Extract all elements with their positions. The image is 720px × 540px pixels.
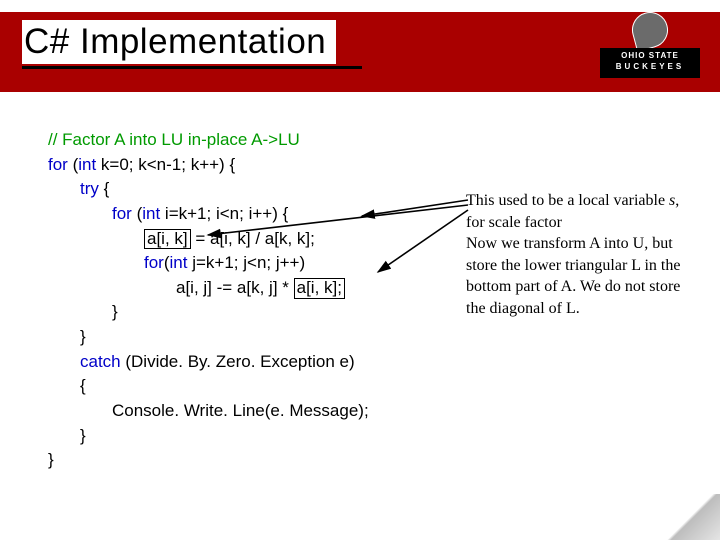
page-curl-corner bbox=[664, 494, 720, 540]
buckeye-leaf-icon bbox=[628, 8, 672, 52]
code-line: Console. Write. Line(e. Message); bbox=[48, 399, 448, 424]
annotation-text: This used to be a local variable s, for … bbox=[466, 190, 686, 320]
code-line: catch (Divide. By. Zero. Exception e) bbox=[48, 350, 448, 375]
code-line: } bbox=[48, 325, 448, 350]
code-line: { bbox=[48, 374, 448, 399]
code-line: a[i, j] -= a[k, j] * a[i, k]; bbox=[48, 276, 448, 301]
code-line: } bbox=[48, 424, 448, 449]
code-block: // Factor A into LU in-place A->LU for (… bbox=[48, 128, 448, 473]
annotation-line-2: Now we transform A into U, but store the… bbox=[466, 233, 686, 319]
boxed-lvalue: a[i, k] bbox=[144, 229, 191, 250]
logo-text-top: OHIO STATE bbox=[600, 48, 700, 62]
logo-text-bottom: BUCKEYES bbox=[600, 62, 700, 72]
code-line: try { bbox=[48, 177, 448, 202]
code-line: for (int i=k+1; i<n; i++) { bbox=[48, 202, 448, 227]
code-line: } bbox=[48, 300, 448, 325]
ohio-state-logo: OHIO STATE BUCKEYES bbox=[600, 10, 700, 85]
code-line: // Factor A into LU in-place A->LU bbox=[48, 128, 448, 153]
title-underline bbox=[22, 66, 362, 69]
logo-text-box: OHIO STATE BUCKEYES bbox=[600, 48, 700, 78]
boxed-rvalue: a[i, k]; bbox=[294, 278, 345, 299]
code-line: for(int j=k+1; j<n; j++) bbox=[48, 251, 448, 276]
code-line: a[i, k] = a[i, k] / a[k, k]; bbox=[48, 227, 448, 252]
slide-title: C# Implementation bbox=[22, 20, 336, 64]
slide-header: C# Implementation OHIO STATE BUCKEYES bbox=[0, 0, 720, 110]
code-line: } bbox=[48, 448, 448, 473]
code-line: for (int k=0; k<n-1; k++) { bbox=[48, 153, 448, 178]
annotation-line-1: This used to be a local variable s, for … bbox=[466, 190, 686, 233]
